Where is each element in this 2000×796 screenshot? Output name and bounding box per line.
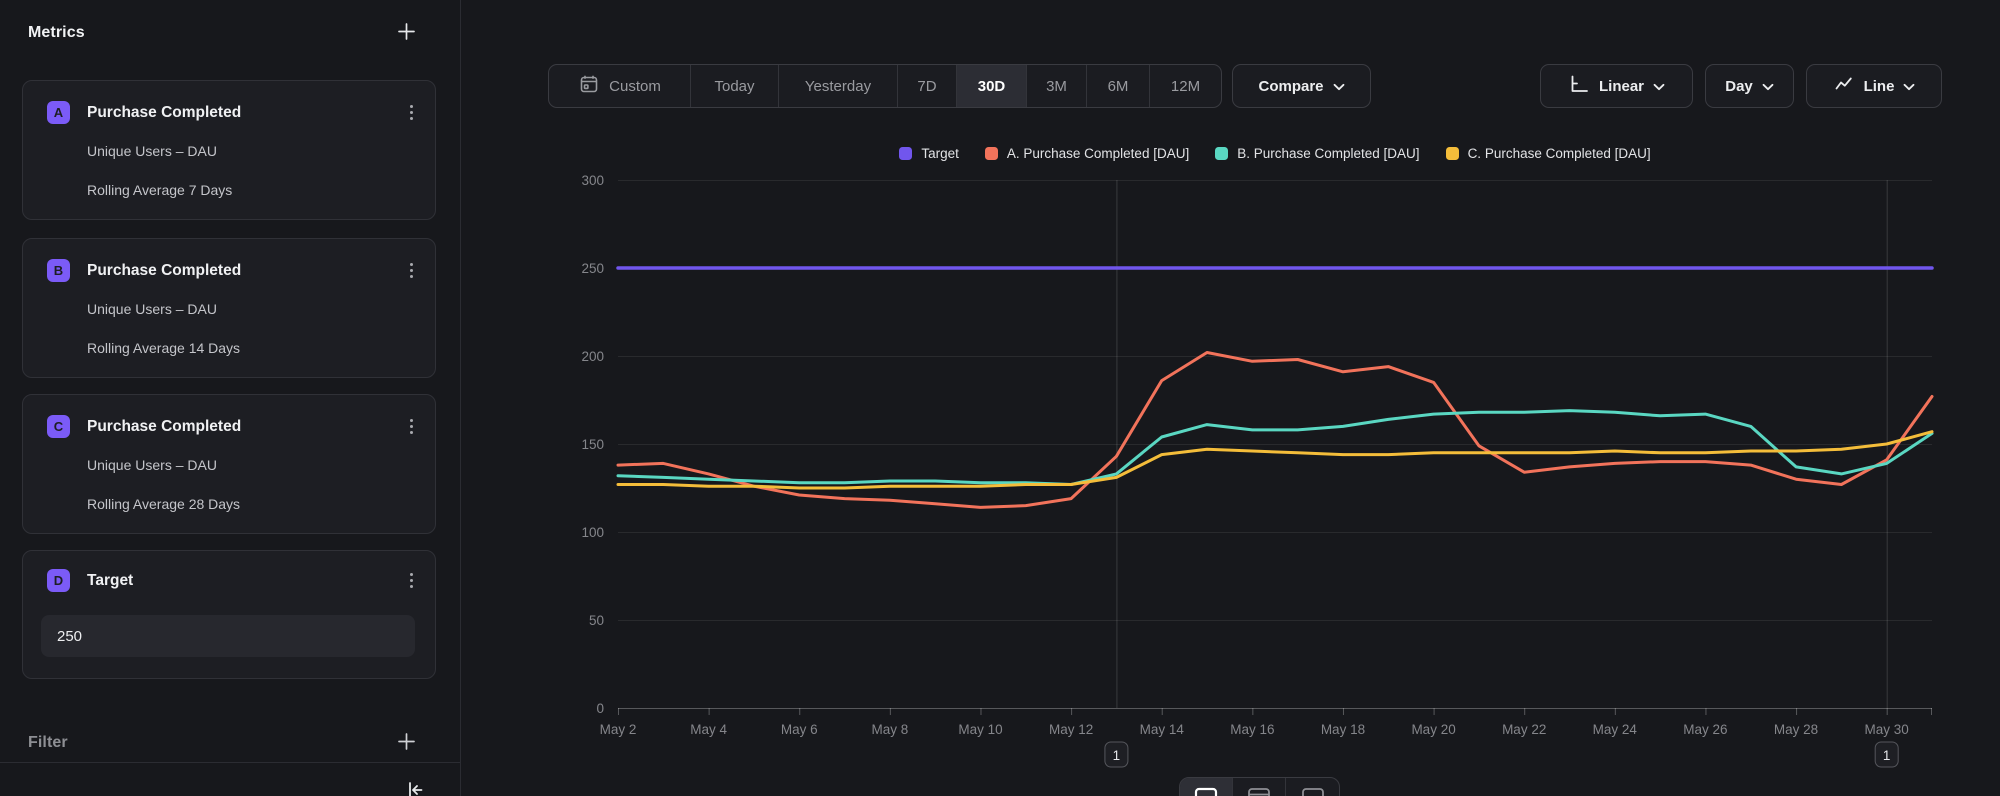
add-metric-button[interactable] bbox=[397, 22, 416, 44]
details-view-button[interactable] bbox=[1286, 778, 1339, 796]
collapse-left-icon bbox=[404, 788, 426, 796]
metric-measure: Unique Users – DAU bbox=[87, 457, 217, 473]
svg-text:May 16: May 16 bbox=[1230, 722, 1274, 737]
svg-text:May 18: May 18 bbox=[1321, 722, 1365, 737]
svg-text:May 8: May 8 bbox=[871, 722, 908, 737]
chart-view-icon bbox=[1193, 785, 1219, 796]
chart-panel: Custom Today Yesterday 7D 30D 3M 6M 12M … bbox=[461, 0, 2000, 796]
svg-text:May 22: May 22 bbox=[1502, 722, 1546, 737]
target-card[interactable]: D Target bbox=[22, 550, 436, 679]
metric-menu-button[interactable] bbox=[404, 417, 419, 436]
metric-card-b[interactable]: B Purchase Completed Unique Users – DAU … bbox=[22, 238, 436, 378]
annotation-badge[interactable]: 1 bbox=[1105, 742, 1128, 767]
filter-section-header: Filter bbox=[28, 732, 416, 754]
metric-rolling-average: Rolling Average 7 Days bbox=[87, 182, 232, 198]
metric-card-a[interactable]: A Purchase Completed Unique Users – DAU … bbox=[22, 80, 436, 220]
svg-text:May 10: May 10 bbox=[958, 722, 1002, 737]
svg-text:May 4: May 4 bbox=[690, 722, 727, 737]
svg-text:1: 1 bbox=[1883, 748, 1891, 763]
details-view-icon bbox=[1300, 785, 1326, 796]
metric-badge: C bbox=[47, 415, 70, 438]
svg-text:0: 0 bbox=[596, 701, 604, 716]
svg-text:May 14: May 14 bbox=[1140, 722, 1185, 737]
table-view-icon bbox=[1246, 785, 1272, 796]
target-value-input[interactable] bbox=[41, 615, 415, 657]
plus-icon bbox=[397, 732, 416, 754]
collapse-sidebar-button[interactable] bbox=[404, 780, 426, 796]
table-view-button[interactable] bbox=[1233, 778, 1286, 796]
annotation-badge[interactable]: 1 bbox=[1875, 742, 1898, 767]
line-chart-canvas[interactable]: 0 50 100 150 200 250 300 May 2 May 4 May 6 May 8 Ma… bbox=[461, 0, 2000, 796]
metric-badge: A bbox=[47, 101, 70, 124]
svg-text:50: 50 bbox=[589, 613, 604, 628]
plus-icon bbox=[397, 22, 416, 44]
svg-text:200: 200 bbox=[581, 349, 604, 364]
sidebar-footer-divider bbox=[0, 762, 460, 763]
svg-text:May 6: May 6 bbox=[781, 722, 818, 737]
svg-text:May 26: May 26 bbox=[1683, 722, 1727, 737]
metric-badge: D bbox=[47, 569, 70, 592]
metrics-section-header: Metrics bbox=[28, 22, 416, 44]
svg-text:300: 300 bbox=[581, 173, 604, 188]
svg-text:May 2: May 2 bbox=[600, 722, 637, 737]
target-menu-button[interactable] bbox=[404, 571, 419, 590]
metrics-section-title: Metrics bbox=[28, 24, 85, 42]
target-title: Target bbox=[87, 572, 404, 590]
metric-menu-button[interactable] bbox=[404, 261, 419, 280]
metric-measure: Unique Users – DAU bbox=[87, 143, 217, 159]
svg-text:May 12: May 12 bbox=[1049, 722, 1093, 737]
metric-title: Purchase Completed bbox=[87, 104, 404, 122]
metric-badge: B bbox=[47, 259, 70, 282]
svg-text:May 30: May 30 bbox=[1865, 722, 1909, 737]
svg-text:100: 100 bbox=[581, 525, 604, 540]
series-line bbox=[618, 432, 1932, 488]
metric-rolling-average: Rolling Average 14 Days bbox=[87, 340, 240, 356]
svg-text:May 20: May 20 bbox=[1411, 722, 1455, 737]
svg-text:150: 150 bbox=[581, 437, 604, 452]
filter-section-title: Filter bbox=[28, 734, 68, 752]
svg-text:May 28: May 28 bbox=[1774, 722, 1818, 737]
metric-title: Purchase Completed bbox=[87, 418, 404, 436]
svg-text:1: 1 bbox=[1113, 748, 1121, 763]
metrics-sidebar: Metrics A Purchase Completed Unique User… bbox=[0, 0, 461, 796]
series-line bbox=[618, 411, 1932, 485]
view-switcher bbox=[1179, 777, 1340, 796]
svg-text:May 24: May 24 bbox=[1593, 722, 1638, 737]
add-filter-button[interactable] bbox=[397, 732, 416, 754]
metric-measure: Unique Users – DAU bbox=[87, 301, 217, 317]
metric-menu-button[interactable] bbox=[404, 103, 419, 122]
metric-rolling-average: Rolling Average 28 Days bbox=[87, 496, 240, 512]
chart-view-button[interactable] bbox=[1180, 778, 1233, 796]
metrics-dashboard: Metrics A Purchase Completed Unique User… bbox=[0, 0, 2000, 796]
metric-title: Purchase Completed bbox=[87, 262, 404, 280]
metric-card-c[interactable]: C Purchase Completed Unique Users – DAU … bbox=[22, 394, 436, 534]
svg-text:250: 250 bbox=[581, 261, 604, 276]
